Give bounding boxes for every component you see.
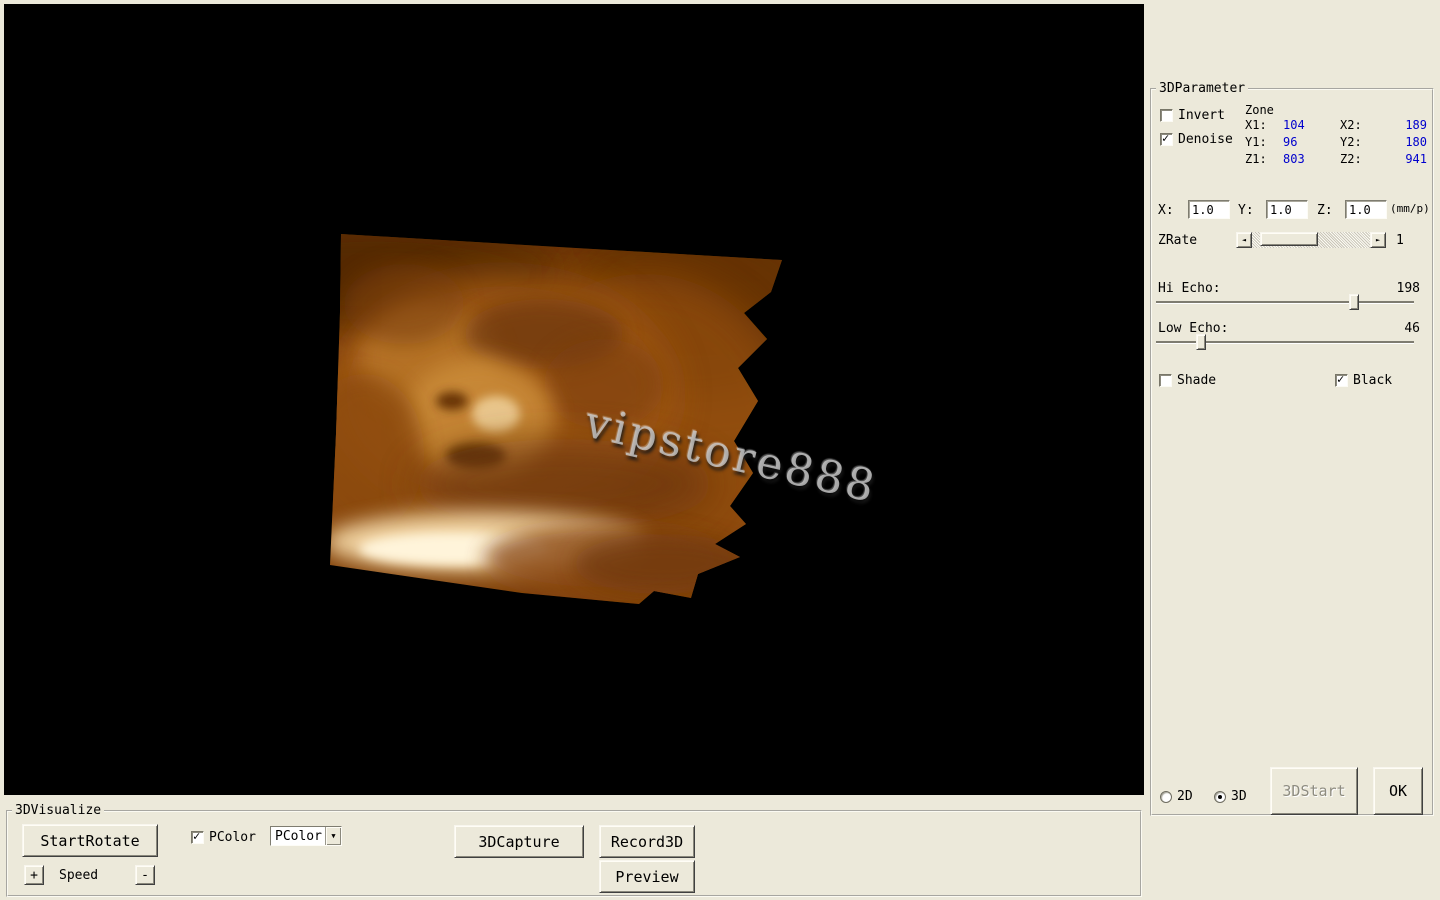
arrow-right-icon: ► xyxy=(1376,236,1380,244)
capture-3d-button-label: 3DCapture xyxy=(478,833,559,851)
ok-button[interactable]: OK xyxy=(1373,767,1423,815)
pcolor-checkbox[interactable]: PColor xyxy=(191,830,256,845)
scale-x-label: X: xyxy=(1158,203,1174,218)
start3d-button[interactable]: 3DStart xyxy=(1270,767,1358,815)
pcolor-dropdown-button[interactable]: ▼ xyxy=(325,827,341,845)
speed-plus-button-label: + xyxy=(30,868,38,883)
preview-button[interactable]: Preview xyxy=(599,860,695,893)
ultrasound-volume xyxy=(184,214,824,629)
speed-minus-button-label: - xyxy=(141,868,149,883)
speed-plus-button[interactable]: + xyxy=(24,865,44,885)
shade-checkbox[interactable]: Shade xyxy=(1159,373,1216,388)
render-viewport[interactable]: vipstore888 xyxy=(4,4,1144,795)
scale-unit-label: (mm/p) xyxy=(1390,202,1430,215)
invert-checkbox-box-icon xyxy=(1160,109,1173,122)
low-echo-slider-thumb[interactable] xyxy=(1196,334,1206,350)
speed-label: Speed xyxy=(59,868,98,883)
pcolor-checkbox-box-icon xyxy=(191,831,204,844)
mode-2d-radio[interactable]: 2D xyxy=(1160,789,1193,804)
arrow-left-icon: ◄ xyxy=(1242,236,1246,244)
speed-minus-button[interactable]: - xyxy=(135,865,155,885)
denoise-checkbox[interactable]: Denoise xyxy=(1160,132,1233,147)
group-3dvisualize-title: 3DVisualize xyxy=(12,803,104,818)
zone-grid: X1: 104 X2: 189 Y1: 96 Y2: 180 Z1: 803 Z… xyxy=(1245,118,1427,166)
zone-label: Zone xyxy=(1245,103,1274,117)
start3d-button-label: 3DStart xyxy=(1282,782,1345,800)
hi-echo-slider-thumb[interactable] xyxy=(1349,294,1359,310)
zone-z1-label: Z1: xyxy=(1245,152,1283,166)
record-3d-button[interactable]: Record3D xyxy=(599,825,695,858)
zrate-scroll-track[interactable] xyxy=(1252,232,1370,248)
hi-echo-value: 198 xyxy=(1382,281,1420,296)
group-3dparameter: 3DParameter Invert Denoise Zone X1: 104 … xyxy=(1150,88,1434,816)
mode-2d-radio-icon xyxy=(1160,791,1172,803)
black-checkbox-label: Black xyxy=(1353,373,1392,388)
hi-echo-slider-track[interactable] xyxy=(1156,301,1414,303)
zone-z2-value: 941 xyxy=(1378,152,1427,166)
mode-3d-radio-icon xyxy=(1214,791,1226,803)
mode-3d-radio[interactable]: 3D xyxy=(1214,789,1247,804)
preview-button-label: Preview xyxy=(615,868,678,886)
group-3dvisualize: 3DVisualize StartRotate PColor PColor ▼ … xyxy=(6,810,1142,897)
record-3d-button-label: Record3D xyxy=(611,833,683,851)
pcolor-dropdown-value: PColor xyxy=(271,829,325,844)
zrate-scroll-left-button[interactable]: ◄ xyxy=(1236,232,1252,248)
zrate-scrollbar[interactable]: ◄ ► xyxy=(1236,232,1386,248)
shade-checkbox-box-icon xyxy=(1159,374,1172,387)
hi-echo-label: Hi Echo: xyxy=(1158,281,1221,296)
invert-checkbox-label: Invert xyxy=(1178,108,1225,123)
scale-y-label: Y: xyxy=(1238,203,1254,218)
ok-button-label: OK xyxy=(1389,782,1407,800)
zone-y1-value: 96 xyxy=(1283,135,1340,149)
zone-y2-label: Y2: xyxy=(1340,135,1378,149)
scale-z-label: Z: xyxy=(1317,203,1333,218)
zone-z1-value: 803 xyxy=(1283,152,1340,166)
zone-y1-label: Y1: xyxy=(1245,135,1283,149)
zone-z2-label: Z2: xyxy=(1340,152,1378,166)
black-checkbox-box-icon xyxy=(1335,374,1348,387)
zone-x2-label: X2: xyxy=(1340,118,1378,132)
denoise-checkbox-box-icon xyxy=(1160,133,1173,146)
zrate-label: ZRate xyxy=(1158,233,1197,248)
low-echo-label: Low Echo: xyxy=(1158,321,1228,336)
low-echo-value: 46 xyxy=(1382,321,1420,336)
group-3dparameter-title: 3DParameter xyxy=(1156,81,1248,96)
mode-3d-radio-label: 3D xyxy=(1231,789,1247,804)
zone-y2-value: 180 xyxy=(1378,135,1427,149)
chevron-down-icon: ▼ xyxy=(331,832,335,840)
pcolor-checkbox-label: PColor xyxy=(209,830,256,845)
invert-checkbox[interactable]: Invert xyxy=(1160,108,1225,123)
scale-x-input[interactable] xyxy=(1188,200,1230,219)
ultrasound-render-svg xyxy=(4,4,1144,795)
zone-x1-value: 104 xyxy=(1283,118,1340,132)
denoise-checkbox-label: Denoise xyxy=(1178,132,1233,147)
zrate-scroll-thumb[interactable] xyxy=(1260,232,1318,246)
zone-x1-label: X1: xyxy=(1245,118,1283,132)
pcolor-dropdown[interactable]: PColor ▼ xyxy=(270,826,342,846)
scale-y-input[interactable] xyxy=(1266,200,1308,219)
capture-3d-button[interactable]: 3DCapture xyxy=(454,825,584,858)
start-rotate-button[interactable]: StartRotate xyxy=(22,824,158,857)
scale-z-input[interactable] xyxy=(1345,200,1387,219)
zone-x2-value: 189 xyxy=(1378,118,1427,132)
start-rotate-button-label: StartRotate xyxy=(40,832,139,850)
low-echo-slider-track[interactable] xyxy=(1156,341,1414,343)
zrate-scroll-right-button[interactable]: ► xyxy=(1370,232,1386,248)
zrate-value: 1 xyxy=(1396,233,1404,248)
shade-checkbox-label: Shade xyxy=(1177,373,1216,388)
mode-2d-radio-label: 2D xyxy=(1177,789,1193,804)
black-checkbox[interactable]: Black xyxy=(1335,373,1392,388)
